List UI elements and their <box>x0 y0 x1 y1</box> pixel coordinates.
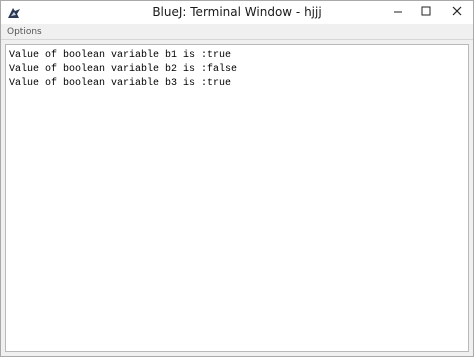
title-bar[interactable]: BlueJ: Terminal Window - hjjj <box>1 1 473 24</box>
menu-bar: Options <box>1 24 473 40</box>
terminal-line: Value of boolean variable b2 is :false <box>9 64 238 75</box>
terminal-line: Value of boolean variable b3 is :true <box>9 78 232 89</box>
close-button[interactable] <box>440 1 473 21</box>
minimize-icon <box>394 11 402 13</box>
maximize-button[interactable] <box>412 1 440 21</box>
close-icon <box>452 6 461 16</box>
terminal-lines: Value of boolean variable b1 is :true Va… <box>9 49 237 91</box>
maximize-icon <box>421 6 431 16</box>
terminal-output-area[interactable]: Value of boolean variable b1 is :true Va… <box>5 44 469 352</box>
minimize-button[interactable] <box>384 1 412 21</box>
menu-options[interactable]: Options <box>7 25 42 39</box>
terminal-line: Value of boolean variable b1 is :true <box>9 50 232 61</box>
terminal-window: BlueJ: Terminal Window - hjjj Options Va… <box>0 0 474 357</box>
